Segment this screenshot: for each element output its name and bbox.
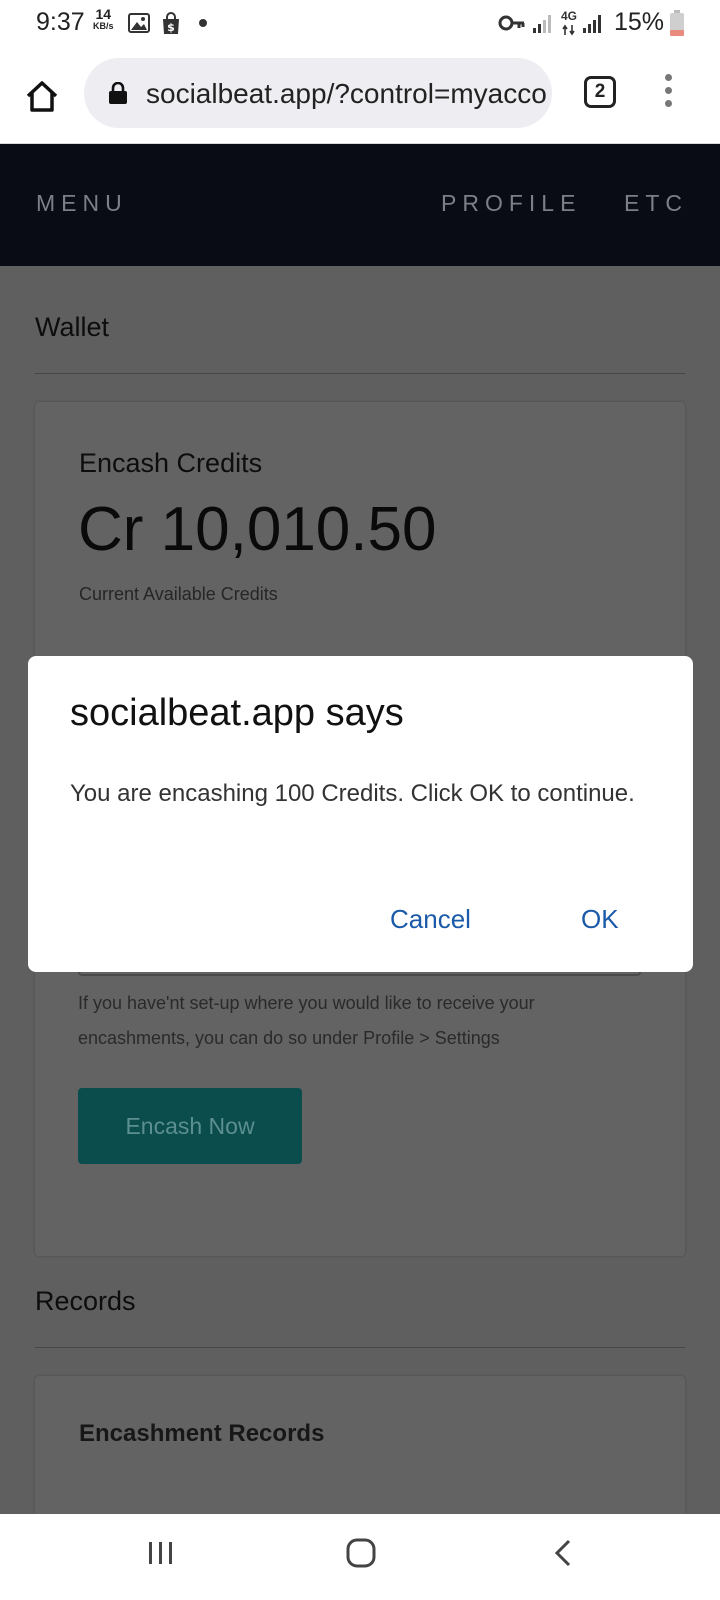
alert-dialog: socialbeat.app says You are encashing 10… [28, 656, 693, 972]
nav-etc[interactable]: ETC [624, 190, 688, 217]
address-bar[interactable]: socialbeat.app/?control=myaccount [84, 58, 552, 128]
notification-dot-icon [199, 19, 207, 27]
back-icon[interactable] [552, 1538, 574, 1568]
credit-balance: Cr 10,010.50 [78, 495, 437, 564]
battery-icon [670, 10, 684, 36]
net-speed-unit: KB/s [93, 21, 114, 31]
encash-card-title: Encash Credits [79, 448, 263, 478]
system-navigation-bar [0, 1514, 720, 1600]
nav-menu[interactable]: MENU [36, 190, 128, 217]
lock-icon [109, 82, 127, 104]
tab-switcher-button[interactable]: 2 [584, 76, 616, 108]
cancel-button[interactable]: Cancel [390, 904, 471, 935]
more-options-icon[interactable] [660, 74, 676, 114]
signal-sim1-icon [533, 15, 551, 33]
home-icon[interactable] [24, 78, 60, 114]
records-card-title: Encashment Records [79, 1420, 325, 1447]
status-time: 9:37 [36, 8, 85, 36]
records-card: Encashment Records [35, 1376, 685, 1536]
battery-percent: 15% [614, 8, 665, 36]
records-section-title: Records [35, 1286, 136, 1316]
nav-profile[interactable]: PROFILE [441, 190, 581, 217]
url-text: socialbeat.app/?control=myaccount [146, 78, 546, 109]
vpn-key-icon [498, 15, 525, 31]
encash-help-text: If you have'nt set-up where you would li… [78, 993, 535, 1048]
dialog-message: You are encashing 100 Credits. Click OK … [70, 780, 635, 807]
dialog-title: socialbeat.app says [70, 692, 404, 734]
recent-apps-icon[interactable] [146, 1538, 176, 1568]
balance-caption: Current Available Credits [79, 584, 278, 604]
network-type-label: 4G [561, 9, 578, 23]
wallet-divider [35, 373, 685, 374]
encash-now-button[interactable]: Encash Now [78, 1088, 302, 1164]
home-nav-icon[interactable] [346, 1538, 376, 1568]
svg-text:$: $ [167, 21, 175, 34]
data-arrows-icon [562, 24, 575, 36]
status-bar: 9:37 14 KB/s $ 4G 15% [0, 0, 720, 48]
browser-toolbar: socialbeat.app/?control=myaccount 2 [0, 48, 720, 144]
shopping-bag-icon: $ [163, 12, 179, 34]
signal-sim2-icon [583, 15, 601, 33]
net-speed: 14 KB/s [93, 7, 114, 32]
site-navbar: MENU PROFILE ETC [0, 144, 720, 266]
records-divider [35, 1347, 685, 1348]
ok-button[interactable]: OK [581, 904, 619, 935]
wallet-section-title: Wallet [35, 312, 110, 342]
gallery-icon [128, 13, 150, 33]
